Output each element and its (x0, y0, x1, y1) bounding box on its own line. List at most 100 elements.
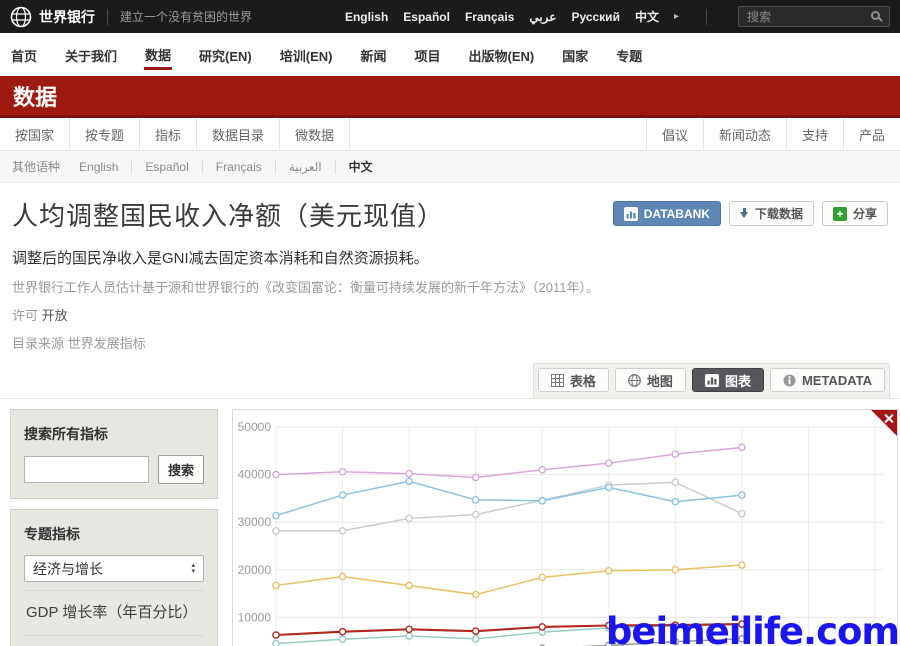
topbar-divider (107, 9, 108, 25)
topic-select[interactable]: 经济与增长 ▴▾ (24, 555, 204, 582)
nav-item-专题[interactable]: 专题 (615, 41, 643, 68)
subnav-item-产品[interactable]: 产品 (843, 118, 900, 150)
share-label: 分享 (853, 205, 877, 222)
nav-item-新闻[interactable]: 新闻 (359, 41, 387, 68)
subnav-item-支持[interactable]: 支持 (786, 118, 843, 150)
page-language-العربية[interactable]: العربية (276, 160, 336, 174)
svg-text:50000: 50000 (238, 420, 272, 434)
download-label: 下载数据 (755, 205, 803, 222)
tab-label: 表格 (570, 371, 596, 390)
topbar-language-link[interactable]: عربي (529, 10, 556, 24)
tab-表格[interactable]: 表格 (538, 368, 609, 392)
svg-text:40000: 40000 (238, 468, 272, 482)
subnav-item-按国家[interactable]: 按国家 (0, 118, 70, 150)
license-value[interactable]: 开放 (42, 308, 68, 323)
databank-label: DATABANK (644, 207, 710, 221)
topbar-language-link[interactable]: English (345, 10, 388, 24)
nav-item-出版物(EN)[interactable]: 出版物(EN) (468, 41, 536, 68)
tab-METADATA[interactable]: METADATA (770, 368, 885, 392)
view-tabs-row: 表格 地图 图表 METADATA (0, 356, 900, 399)
topic-select-value: 经济与增长 (33, 559, 103, 579)
page-language-English[interactable]: English (66, 160, 132, 174)
indicator-search-input[interactable] (24, 456, 149, 483)
subnav-item-新闻动态[interactable]: 新闻动态 (703, 118, 786, 150)
indicator-link[interactable]: GDP（现价美元） (24, 635, 204, 646)
globe-logo-icon (10, 6, 32, 28)
series-美国 (273, 444, 745, 480)
page-language-Español[interactable]: Español (132, 160, 202, 174)
chart-icon (705, 374, 719, 387)
topbar-language-link[interactable]: 中文 (635, 8, 659, 25)
other-languages-label: 其他语种 (12, 158, 60, 175)
section-banner: 数据 (0, 76, 900, 118)
license-label: 许可 (12, 308, 38, 323)
share-plus-icon (833, 207, 847, 221)
nav-item-首页[interactable]: 首页 (10, 41, 38, 68)
nav-item-研究(EN)[interactable]: 研究(EN) (198, 41, 253, 68)
svg-text:20000: 20000 (238, 563, 272, 577)
topbar-search-input[interactable] (738, 6, 890, 27)
topbar-language-link[interactable]: Русский (571, 10, 620, 24)
table-icon (551, 374, 564, 387)
sidebar: 搜索所有指标 搜索 专题指标 经济与增长 ▴▾ GDP 增长率（年百分比）GDP… (10, 409, 218, 646)
tab-地图[interactable]: 地图 (615, 368, 686, 392)
subnav-item-微数据[interactable]: 微数据 (280, 118, 350, 150)
tagline: 建立一个没有贫困的世界 (120, 8, 252, 25)
search-indicators-box: 搜索所有指标 搜索 (10, 409, 218, 499)
tab-label: 地图 (647, 371, 673, 390)
subnav-spacer (350, 118, 646, 150)
share-button[interactable]: 分享 (822, 201, 888, 226)
tab-label: 图表 (725, 371, 751, 390)
page-language-中文[interactable]: 中文 (336, 158, 386, 175)
page-title: 人均调整国民收入净额（美元现值） (12, 196, 444, 233)
page-language-bar: 其他语种 EnglishEspañolFrançaisالعربية中文 (0, 151, 900, 183)
svg-text:10000: 10000 (238, 610, 272, 624)
watermark: beimeilife.com (606, 610, 899, 646)
svg-text:30000: 30000 (238, 515, 272, 529)
topic-indicators-box: 专题指标 经济与增长 ▴▾ GDP 增长率（年百分比）GDP（现价美元）中央政府… (10, 509, 218, 646)
subnav-item-数据目录[interactable]: 数据目录 (197, 118, 280, 150)
select-arrows-icon: ▴▾ (191, 563, 195, 575)
nav-item-数据[interactable]: 数据 (144, 40, 172, 70)
series-日本 (273, 479, 745, 534)
nav-item-培训(EN)[interactable]: 培训(EN) (279, 41, 334, 68)
catalog-source-value[interactable]: 世界发展指标 (68, 336, 146, 351)
download-icon (740, 208, 749, 220)
worldbank-logo[interactable]: 世界银行 (10, 6, 95, 28)
indicator-link[interactable]: GDP 增长率（年百分比） (24, 590, 204, 635)
topbar-divider (706, 9, 707, 25)
nav-item-国家[interactable]: 国家 (561, 41, 589, 68)
corner-ribbon-icon (884, 413, 894, 423)
license-row: 许可 开放 (12, 305, 888, 324)
info-icon (783, 374, 796, 387)
download-data-button[interactable]: 下载数据 (729, 201, 814, 226)
catalog-source-label: 目录来源 (12, 336, 64, 351)
main-nav: 首页关于我们数据研究(EN) 培训(EN) 新闻项目出版物(EN) 国家专题 (0, 33, 900, 76)
tab-图表[interactable]: 图表 (692, 368, 764, 392)
top-bar: 世界银行 建立一个没有贫困的世界 English Español Français ع… (0, 0, 900, 33)
page-language-Français[interactable]: Français (203, 160, 276, 174)
indicator-search-button[interactable]: 搜索 (158, 455, 204, 484)
source-note: 世界银行工作人员估计基于源和世界银行的《改变国富论：衡量可持续发展的新千年方法》… (12, 277, 888, 296)
subnav-item-指标[interactable]: 指标 (140, 118, 197, 150)
more-languages-arrow[interactable]: ▸ (674, 11, 679, 22)
section-title: 数据 (13, 80, 57, 112)
topbar-language-link[interactable]: Français (465, 10, 514, 24)
databank-chart-icon (624, 207, 638, 221)
databank-button[interactable]: DATABANK (613, 201, 721, 226)
data-subnav: 按国家按专题指标数据目录微数据 倡议新闻动态支持产品 (0, 118, 900, 151)
series-大韩民国 (273, 562, 745, 598)
nav-item-关于我们[interactable]: 关于我们 (64, 41, 118, 68)
corner-ribbon[interactable] (871, 410, 897, 436)
globe-icon (628, 374, 641, 387)
subnav-item-按专题[interactable]: 按专题 (70, 118, 140, 150)
topic-indicators-title: 专题指标 (24, 524, 204, 544)
subnav-item-倡议[interactable]: 倡议 (646, 118, 703, 150)
nav-item-项目[interactable]: 项目 (414, 41, 442, 68)
topbar-language-link[interactable]: Español (403, 10, 450, 24)
tab-label: METADATA (802, 373, 872, 388)
indicator-description: 调整后的国民净收入是GNI减去固定资本消耗和自然资源损耗。 (12, 247, 888, 268)
catalog-row: 目录来源 世界发展指标 (12, 333, 888, 352)
search-icon[interactable] (871, 11, 880, 20)
search-indicators-title: 搜索所有指标 (24, 424, 204, 444)
